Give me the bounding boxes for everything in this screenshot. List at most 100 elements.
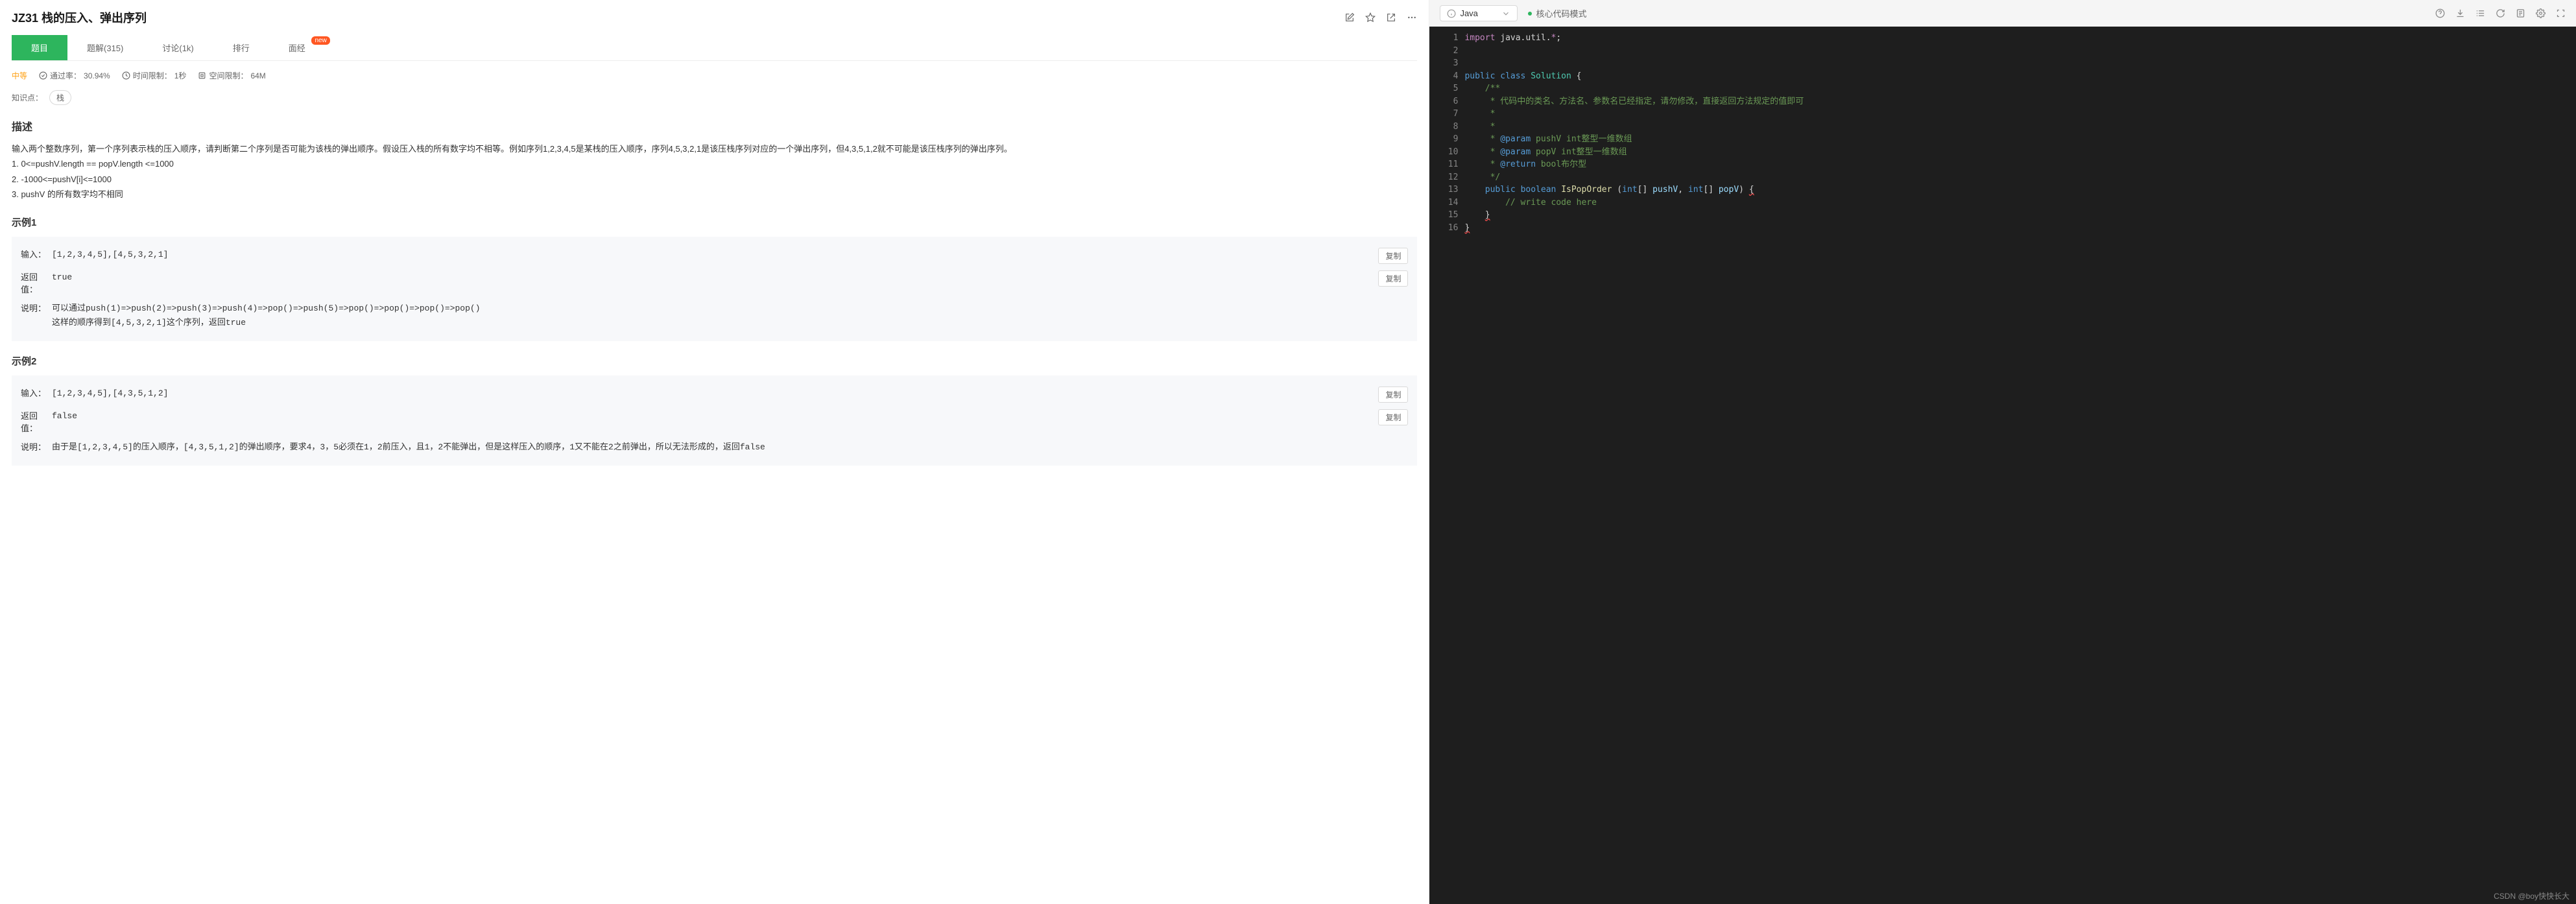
copy-button[interactable]: 复制 (1378, 387, 1408, 403)
example-label: 输入： (21, 248, 52, 260)
line-number: 12 (1429, 171, 1458, 184)
example-block: 输入：[1,2,3,4,5],[4,3,5,1,2]复制返回值：false复制说… (12, 375, 1417, 466)
chevron-down-icon (1501, 9, 1510, 18)
example-block: 输入：[1,2,3,4,5],[4,5,3,2,1]复制返回值：true复制说明… (12, 237, 1417, 341)
line-gutter: 12345678910111213141516 (1429, 27, 1464, 904)
code-line: import java.util.*; (1464, 32, 2576, 45)
mode-dot-icon (1528, 12, 1532, 16)
tab-bar: 题目题解(315)讨论(1k)排行面经new (12, 35, 1417, 61)
line-number: 8 (1429, 121, 1458, 134)
example-heading: 示例2 (12, 354, 1417, 368)
code-editor[interactable]: 12345678910111213141516 import java.util… (1429, 27, 2576, 904)
fullscreen-icon[interactable] (2556, 8, 2566, 18)
copy-button[interactable]: 复制 (1378, 409, 1408, 425)
download-icon[interactable] (2455, 8, 2465, 18)
line-number: 9 (1429, 133, 1458, 146)
line-number: 4 (1429, 70, 1458, 83)
tab-item[interactable]: 排行 (213, 35, 269, 60)
example-row: 返回值：false复制 (21, 406, 1408, 437)
difficulty-badge: 中等 (12, 70, 27, 81)
line-number: 7 (1429, 108, 1458, 121)
code-line: * 代码中的类名、方法名、参数名已经指定，请勿修改，直接返回方法规定的值即可 (1464, 95, 2576, 108)
line-number: 16 (1429, 222, 1458, 235)
problem-panel: JZ31 栈的压入、弹出序列 题目题解(315)讨论(1k)排行面经new 中等… (0, 0, 1429, 904)
example-label: 说明： (21, 440, 52, 453)
example-label: 返回值： (21, 270, 52, 295)
code-area[interactable]: import java.util.*; public class Solution… (1464, 27, 2576, 904)
example-value: false (52, 409, 1378, 423)
toolbar-right (2435, 8, 2566, 18)
timelimit-item: 时间限制： 1秒 (122, 70, 187, 81)
example-value: [1,2,3,4,5],[4,3,5,1,2] (52, 387, 1378, 401)
copy-button[interactable]: 复制 (1378, 270, 1408, 287)
check-icon (39, 71, 47, 80)
title-actions (1344, 12, 1417, 23)
line-number: 13 (1429, 184, 1458, 196)
example-label: 返回值： (21, 409, 52, 434)
code-line: /** (1464, 82, 2576, 95)
tab-item[interactable]: 面经new (269, 35, 325, 60)
meta-row: 中等 通过率： 30.94% 时间限制： 1秒 空间限制： 64M (12, 70, 1417, 81)
star-icon[interactable] (1365, 12, 1376, 23)
knowledge-row: 知识点： 栈 (12, 90, 1417, 105)
code-line: // write code here (1464, 196, 2576, 209)
refresh-icon[interactable] (2496, 8, 2505, 18)
knowledge-label: 知识点： (12, 92, 43, 103)
description-heading: 描述 (12, 118, 1417, 134)
spacelimit-value: 64M (250, 71, 265, 80)
example-row: 说明：由于是[1,2,3,4,5]的压入顺序，[4,3,5,1,2]的弹出顺序，… (21, 437, 1408, 458)
code-line (1464, 57, 2576, 70)
tab-item[interactable]: 题解(315) (67, 35, 143, 60)
example-label: 说明： (21, 302, 52, 314)
code-line: * @return bool布尔型 (1464, 158, 2576, 171)
passrate-label: 通过率： (50, 70, 81, 81)
help-icon[interactable] (2435, 8, 2445, 18)
line-number: 14 (1429, 196, 1458, 209)
clock-icon (122, 71, 130, 80)
problem-title: JZ31 栈的压入、弹出序列 (12, 9, 147, 26)
line-number: 5 (1429, 82, 1458, 95)
notes-icon[interactable] (2516, 8, 2525, 18)
editor-toolbar: Java 核心代码模式 (1429, 0, 2576, 27)
example-label: 输入： (21, 387, 52, 399)
code-line: * (1464, 108, 2576, 121)
line-number: 3 (1429, 57, 1458, 70)
example-row: 输入：[1,2,3,4,5],[4,3,5,1,2]复制 (21, 383, 1408, 406)
line-number: 11 (1429, 158, 1458, 171)
passrate-item: 通过率： 30.94% (39, 70, 110, 81)
line-number: 2 (1429, 45, 1458, 58)
tab-item[interactable]: 讨论(1k) (143, 35, 213, 60)
example-row: 返回值：true复制 (21, 267, 1408, 298)
spacelimit-label: 空间限制： (209, 70, 248, 81)
info-icon (1447, 9, 1456, 18)
line-number: 1 (1429, 32, 1458, 45)
code-line: public class Solution { (1464, 70, 2576, 83)
tab-item[interactable]: 题目 (12, 35, 67, 60)
code-line: * @param pushV int整型一维数组 (1464, 133, 2576, 146)
mode-indicator[interactable]: 核心代码模式 (1528, 7, 1586, 19)
watermark: CSDN @boy快快长大 (2494, 890, 2570, 901)
code-line (1464, 45, 2576, 58)
code-line: } (1464, 209, 2576, 222)
language-select[interactable]: Java (1440, 5, 1518, 21)
example-value: true (52, 270, 1378, 285)
code-line: * @param popV int整型一维数组 (1464, 146, 2576, 159)
settings-icon[interactable] (2536, 8, 2546, 18)
passrate-value: 30.94% (84, 71, 110, 80)
editor-panel: Java 核心代码模式 123456789101112131 (1429, 0, 2576, 904)
example-value: 可以通过push(1)=>push(2)=>push(3)=>push(4)=>… (52, 302, 1408, 330)
example-value: [1,2,3,4,5],[4,5,3,2,1] (52, 248, 1378, 262)
list-icon[interactable] (2475, 8, 2485, 18)
code-line: */ (1464, 171, 2576, 184)
code-line: public boolean IsPopOrder (int[] pushV, … (1464, 184, 2576, 196)
language-label: Java (1460, 8, 1477, 18)
share-icon[interactable] (1386, 12, 1396, 23)
edit-icon[interactable] (1344, 12, 1355, 23)
more-icon[interactable] (1407, 12, 1417, 23)
code-line: * (1464, 121, 2576, 134)
copy-button[interactable]: 复制 (1378, 248, 1408, 264)
mode-label: 核心代码模式 (1536, 7, 1586, 19)
new-badge: new (311, 36, 329, 45)
line-number: 10 (1429, 146, 1458, 159)
knowledge-tag[interactable]: 栈 (49, 90, 71, 105)
